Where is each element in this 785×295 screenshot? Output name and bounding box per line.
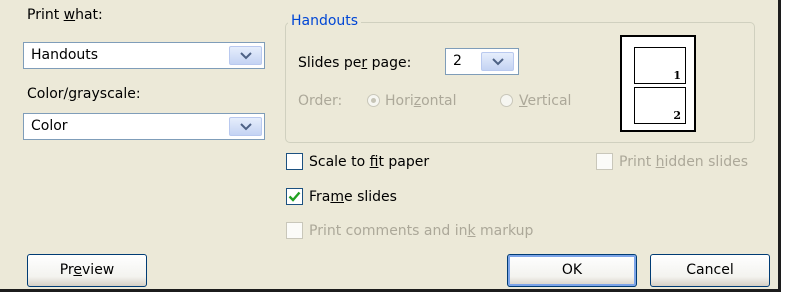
print-what-select[interactable]: Handouts: [23, 42, 265, 69]
print-comments-checkbox[interactable]: [286, 222, 303, 239]
ok-button[interactable]: OK: [507, 254, 637, 287]
preview-button[interactable]: Preview: [27, 254, 147, 287]
print-hidden-slides-checkbox[interactable]: [596, 153, 613, 170]
order-horizontal-label: Horizontal: [385, 93, 457, 109]
color-grayscale-value: Color: [31, 118, 68, 134]
radio-dot: [371, 98, 376, 103]
checkmark-icon: [288, 191, 301, 202]
frame-slides-label: Frame slides: [309, 189, 397, 205]
scale-to-fit-checkbox[interactable]: [286, 153, 303, 170]
chevron-down-icon: [240, 123, 252, 131]
slides-per-page-label: Slides per page:: [298, 55, 412, 71]
print-what-dropdown-button[interactable]: [229, 46, 262, 65]
preview-slide-2: 2: [634, 87, 686, 124]
print-hidden-slides-label: Print hidden slides: [619, 154, 748, 170]
color-grayscale-select[interactable]: Color: [23, 113, 265, 140]
preview-slide-1: 1: [634, 47, 686, 84]
print-what-label: Print what:: [27, 7, 103, 23]
order-vertical-radio[interactable]: [500, 94, 513, 107]
slides-per-page-select[interactable]: 2: [445, 48, 519, 75]
handouts-legend: Handouts: [288, 13, 362, 29]
handout-layout-preview: 1 2: [620, 35, 696, 132]
order-label: Order:: [298, 93, 343, 109]
frame-slides-checkbox[interactable]: [286, 188, 303, 205]
order-vertical-label: Vertical: [519, 93, 572, 109]
scale-to-fit-label: Scale to fit paper: [309, 154, 430, 170]
chevron-down-icon: [240, 52, 252, 60]
chevron-down-icon: [492, 58, 504, 66]
slides-per-page-dropdown-button[interactable]: [481, 52, 514, 71]
print-what-value: Handouts: [31, 47, 99, 63]
color-grayscale-dropdown-button[interactable]: [229, 117, 262, 136]
slides-per-page-value: 2: [453, 53, 462, 69]
cancel-button[interactable]: Cancel: [650, 254, 770, 287]
color-grayscale-label: Color/grayscale:: [27, 86, 141, 102]
order-horizontal-radio[interactable]: [367, 94, 380, 107]
print-comments-label: Print comments and ink markup: [309, 223, 534, 239]
print-dialog-section: Print what: Handouts Color/grayscale: Co…: [0, 0, 781, 292]
